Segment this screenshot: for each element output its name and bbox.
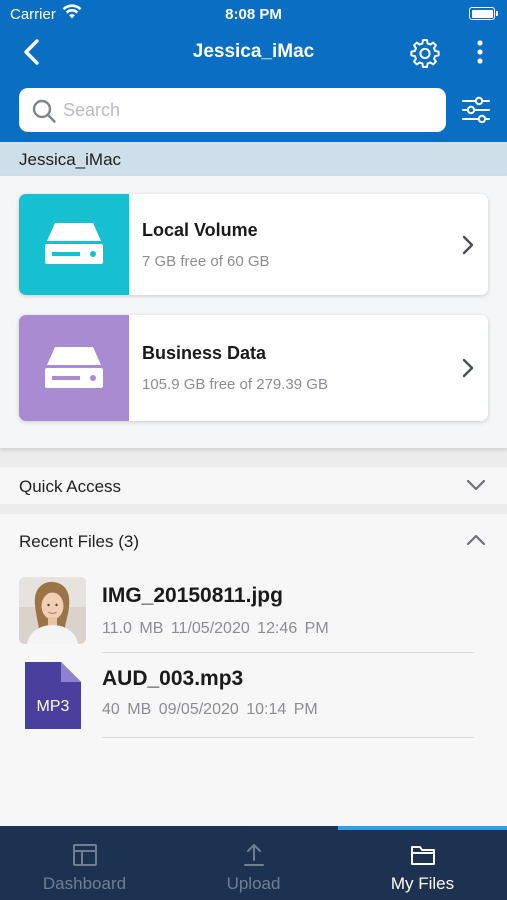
quick-access-header[interactable]: Quick Access <box>0 467 507 504</box>
tab-my-files[interactable]: My Files <box>338 826 507 900</box>
volume-name: Business Data <box>142 343 267 363</box>
upload-icon <box>244 844 264 866</box>
status-time: 8:08 PM <box>225 6 282 23</box>
breadcrumb-label: Jessica_iMac <box>19 150 122 169</box>
image-thumbnail <box>19 577 86 644</box>
chevron-right-icon <box>462 358 474 378</box>
recent-file-item[interactable]: IMG_20150811.jpg 11.0 MB 11/05/2020 12:4… <box>0 572 507 656</box>
battery-icon <box>469 7 498 20</box>
divider <box>102 652 474 653</box>
volume-tile <box>19 194 129 295</box>
volume-free-space: 105.9 GB free of 279.39 GB <box>142 376 328 393</box>
chevron-up-icon[interactable] <box>466 532 486 548</box>
recent-files-label[interactable]: Recent Files (3) <box>19 532 139 552</box>
tab-label: Upload <box>226 874 281 893</box>
mp3-badge-label: MP3 <box>37 698 70 715</box>
tab-bar: Dashboard Upload My Files <box>0 826 507 900</box>
divider <box>102 737 474 738</box>
recent-file-item[interactable]: MP3 AUD_003.mp3 40 MB 09/05/2020 10:14 P… <box>0 657 507 741</box>
nav-bar: Jessica_iMac <box>0 30 507 74</box>
dashboard-icon <box>73 844 97 866</box>
hard-drive-icon <box>45 347 103 388</box>
volume-card-business[interactable]: Business Data 105.9 GB free of 279.39 GB <box>19 315 488 421</box>
volume-name: Local Volume <box>142 220 258 240</box>
file-name: AUD_003.mp3 <box>102 667 244 690</box>
recent-files-section: Recent Files (3) IMG_20150811.jpg 11.0 M… <box>0 514 507 826</box>
tab-label: Dashboard <box>42 874 127 893</box>
chevron-down-icon <box>466 479 486 491</box>
tab-upload[interactable]: Upload <box>169 826 338 900</box>
volumes-section: Local Volume 7 GB free of 60 GB Business… <box>0 176 507 448</box>
volume-free-space: 7 GB free of 60 GB <box>142 253 270 270</box>
file-meta: 40 MB 09/05/2020 10:14 PM <box>102 701 318 718</box>
hard-drive-icon <box>45 223 103 264</box>
tab-label: My Files <box>390 874 455 893</box>
filter-sliders-icon[interactable] <box>460 94 492 126</box>
breadcrumb: Jessica_iMac <box>0 142 507 176</box>
volume-card-local[interactable]: Local Volume 7 GB free of 60 GB <box>19 194 488 295</box>
file-name: IMG_20150811.jpg <box>102 584 283 607</box>
folder-icon <box>411 846 435 865</box>
top-bar: Carrier 8:08 PM Jessica_iMac <box>0 0 507 142</box>
search-input[interactable] <box>63 96 433 124</box>
mp3-file-icon: MP3 <box>25 662 81 729</box>
status-bar: Carrier 8:08 PM <box>0 0 507 28</box>
more-vertical-icon[interactable] <box>470 38 490 68</box>
search-bar <box>19 88 446 132</box>
tab-dashboard[interactable]: Dashboard <box>0 826 169 900</box>
volume-tile <box>19 315 129 421</box>
chevron-right-icon <box>462 235 474 255</box>
quick-access-label: Quick Access <box>19 477 122 496</box>
file-meta: 11.0 MB 11/05/2020 12:46 PM <box>102 620 329 637</box>
search-icon <box>32 99 56 123</box>
gear-icon[interactable] <box>410 38 440 68</box>
